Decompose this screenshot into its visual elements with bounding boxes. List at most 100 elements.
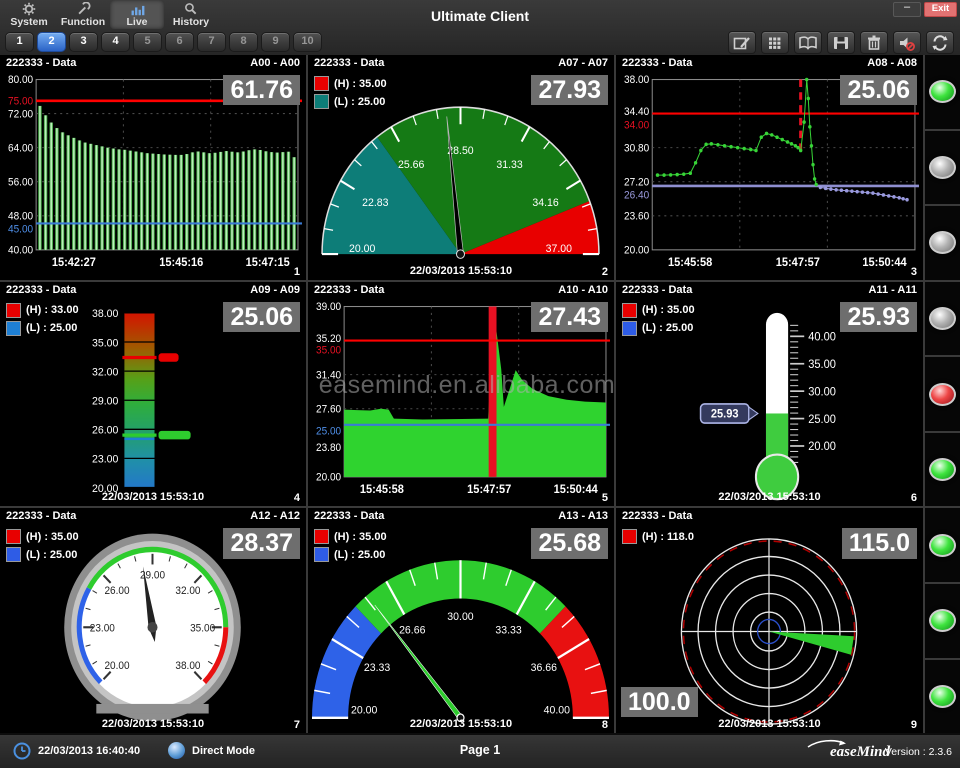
svg-text:22.83: 22.83 bbox=[362, 197, 388, 209]
value-display: 25.93 bbox=[840, 302, 917, 332]
svg-text:23.00: 23.00 bbox=[90, 624, 115, 635]
sync-button[interactable] bbox=[926, 31, 954, 54]
trash-button[interactable] bbox=[860, 31, 888, 54]
led-indicator-7 bbox=[929, 534, 956, 557]
panel-legend: (H) : 118.0 bbox=[622, 529, 694, 547]
panel-channel: A08 - A08 bbox=[867, 57, 917, 71]
mute-button[interactable] bbox=[893, 31, 921, 54]
svg-text:31.40: 31.40 bbox=[316, 370, 341, 381]
page-tab-6[interactable]: 6 bbox=[165, 32, 194, 52]
svg-text:15:50:44: 15:50:44 bbox=[554, 483, 599, 495]
svg-text:40.00: 40.00 bbox=[544, 705, 570, 717]
svg-text:38.00: 38.00 bbox=[92, 308, 118, 320]
panel-a12[interactable]: 222333 - DataA12 - A1220.0023.0026.0029.… bbox=[0, 508, 308, 735]
panel-index: 2 bbox=[602, 266, 608, 278]
led-cell-5 bbox=[925, 357, 960, 433]
svg-text:26.66: 26.66 bbox=[399, 625, 425, 637]
book-icon bbox=[798, 34, 818, 52]
legend-row: (L) : 25.00 bbox=[314, 547, 387, 562]
svg-text:35.00: 35.00 bbox=[92, 337, 118, 349]
svg-text:15:47:57: 15:47:57 bbox=[776, 257, 820, 269]
svg-text:20.00: 20.00 bbox=[808, 441, 836, 453]
panel-timestamp: 22/03/2013 15:53:10 bbox=[0, 718, 306, 730]
page-tab-2[interactable]: 2 bbox=[37, 32, 66, 52]
legend-color-swatch bbox=[6, 321, 21, 336]
svg-text:34.16: 34.16 bbox=[532, 197, 558, 209]
legend-label: (H) : 35.00 bbox=[334, 531, 387, 543]
svg-text:20.00: 20.00 bbox=[316, 472, 341, 483]
toolbar bbox=[728, 31, 954, 54]
svg-text:15:47:57: 15:47:57 bbox=[467, 483, 511, 495]
grid-icon bbox=[765, 34, 785, 52]
svg-text:40.00: 40.00 bbox=[8, 245, 33, 256]
page-tab-1[interactable]: 1 bbox=[5, 32, 34, 52]
minimize-button[interactable]: – bbox=[893, 2, 921, 17]
page-tab-7[interactable]: 7 bbox=[197, 32, 226, 52]
led-indicator-3 bbox=[929, 231, 956, 254]
svg-text:20.00: 20.00 bbox=[104, 661, 129, 672]
svg-text:40.00: 40.00 bbox=[808, 331, 836, 343]
panel-timestamp: 22/03/2013 15:53:10 bbox=[308, 718, 614, 730]
svg-text:25.66: 25.66 bbox=[398, 159, 424, 171]
svg-text:45.00: 45.00 bbox=[8, 224, 33, 235]
panel-title: 222333 - Data bbox=[622, 284, 692, 298]
grid-button[interactable] bbox=[761, 31, 789, 54]
svg-text:27.60: 27.60 bbox=[316, 404, 341, 415]
led-cell-9 bbox=[925, 660, 960, 736]
panel-a00[interactable]: 222333 - DataA00 - A0080.0075.0072.0064.… bbox=[0, 55, 308, 282]
panel-timestamp: 22/03/2013 15:53:10 bbox=[616, 718, 923, 730]
legend-row: (L) : 25.00 bbox=[6, 321, 79, 336]
panel-grid: 222333 - DataA00 - A0080.0075.0072.0064.… bbox=[0, 55, 960, 735]
book-button[interactable] bbox=[794, 31, 822, 54]
page-tab-10[interactable]: 10 bbox=[293, 32, 322, 52]
legend-row: (H) : 118.0 bbox=[622, 529, 694, 544]
title-bar: SystemFunctionLiveHistory Ultimate Clien… bbox=[0, 0, 960, 55]
svg-text:75.00: 75.00 bbox=[8, 96, 33, 107]
panel-channel: A13 - A13 bbox=[558, 510, 608, 524]
svg-text:35.00: 35.00 bbox=[808, 358, 836, 370]
brand-logo: easeMind bbox=[830, 744, 890, 761]
legend-color-swatch bbox=[6, 303, 21, 318]
legend-color-swatch bbox=[314, 547, 329, 562]
legend-color-swatch bbox=[314, 94, 329, 109]
page-tab-5[interactable]: 5 bbox=[133, 32, 162, 52]
exit-button[interactable]: Exit bbox=[924, 2, 957, 17]
svg-text:48.00: 48.00 bbox=[8, 211, 33, 222]
page-tab-8[interactable]: 8 bbox=[229, 32, 258, 52]
save-button[interactable] bbox=[827, 31, 855, 54]
legend-label: (H) : 35.00 bbox=[642, 304, 695, 316]
led-cell-1 bbox=[925, 55, 960, 131]
page-tab-4[interactable]: 4 bbox=[101, 32, 130, 52]
app-window: SystemFunctionLiveHistory Ultimate Clien… bbox=[0, 0, 960, 768]
legend-label: (L) : 25.00 bbox=[26, 549, 77, 561]
panel-a08[interactable]: 222333 - DataA08 - A0838.0034.4034.0030.… bbox=[616, 55, 925, 282]
panel-a11[interactable]: 222333 - DataA11 - A1140.0035.0030.0025.… bbox=[616, 282, 925, 509]
panel-legend: (H) : 33.00(L) : 25.00 bbox=[6, 303, 79, 339]
page-tabs: 12345678910 bbox=[5, 32, 322, 52]
legend-color-swatch bbox=[6, 529, 21, 544]
panel-a07[interactable]: 222333 - DataA07 - A0720.0022.8325.6628.… bbox=[308, 55, 616, 282]
panel-a09[interactable]: 222333 - DataA09 - A0938.0035.0032.0029.… bbox=[0, 282, 308, 509]
legend-label: (L) : 25.00 bbox=[26, 322, 77, 334]
window-buttons: – Exit bbox=[893, 2, 957, 17]
svg-text:15:45:58: 15:45:58 bbox=[360, 483, 404, 495]
page-tab-3[interactable]: 3 bbox=[69, 32, 98, 52]
page-tab-9[interactable]: 9 bbox=[261, 32, 290, 52]
legend-color-swatch bbox=[314, 76, 329, 91]
panel-radar[interactable]: 222333 - Data(H) : 118.0115.0100.022/03/… bbox=[616, 508, 925, 735]
svg-text:35.00: 35.00 bbox=[316, 345, 341, 356]
value-display: 61.76 bbox=[223, 75, 300, 105]
led-indicator-1 bbox=[929, 80, 956, 103]
svg-text:23.60: 23.60 bbox=[624, 211, 649, 222]
svg-text:23.00: 23.00 bbox=[92, 453, 118, 465]
svg-text:32.00: 32.00 bbox=[92, 366, 118, 378]
legend-label: (L) : 25.00 bbox=[334, 96, 385, 108]
edit-button[interactable] bbox=[728, 31, 756, 54]
app-title: Ultimate Client bbox=[0, 8, 960, 24]
legend-row: (L) : 25.00 bbox=[314, 94, 387, 109]
panel-a13[interactable]: 222333 - DataA13 - A1320.0023.3326.6630.… bbox=[308, 508, 616, 735]
legend-color-swatch bbox=[622, 529, 637, 544]
panel-timestamp: 22/03/2013 15:53:10 bbox=[0, 491, 306, 503]
led-cell-7 bbox=[925, 508, 960, 584]
panel-a10[interactable]: 222333 - DataA10 - A1039.0035.2035.0031.… bbox=[308, 282, 616, 509]
